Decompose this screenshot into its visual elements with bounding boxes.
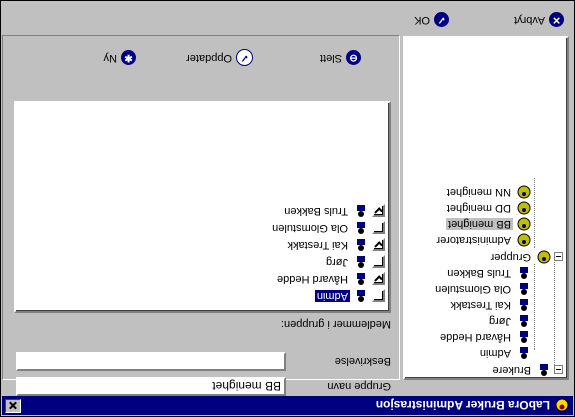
tree-item-group[interactable]: Administratorer	[434, 232, 531, 248]
user-group-tree[interactable]: Brukere Admin Håvard Hedde Jørg Kai Tres…	[403, 36, 569, 380]
user-icon	[520, 283, 528, 295]
tree-item-label: Truls Bakken	[447, 267, 511, 279]
user-icon	[357, 205, 365, 217]
member-checkbox[interactable]	[372, 255, 385, 269]
app-window: LabOra Bruker Administrasjon Brukere Adm…	[0, 0, 575, 417]
app-icon	[555, 399, 569, 412]
user-icon	[520, 331, 528, 343]
member-name: Truls Bakken	[284, 205, 348, 217]
user-icon	[520, 315, 528, 327]
member-checkbox[interactable]	[372, 289, 385, 303]
member-item[interactable]: Jørg	[324, 254, 385, 270]
tree-item-label: Håvard Hedde	[440, 331, 511, 343]
member-item[interactable]: Ola Glomstulen	[270, 220, 385, 236]
new-label: Ny	[103, 52, 117, 64]
user-icon	[357, 256, 365, 268]
tree-item-label: Admin	[479, 347, 511, 359]
tree-item-user[interactable]: Ola Glomstulen	[433, 281, 531, 297]
member-item[interactable]: Admin	[314, 288, 385, 304]
tree-node-users[interactable]: Brukere	[490, 362, 563, 378]
tree-item-group[interactable]: DD menighet	[445, 200, 531, 216]
tree-item-label: Ola Glomstulen	[435, 283, 511, 295]
tree-item-user[interactable]: Jørg	[487, 313, 531, 329]
description-input[interactable]	[18, 354, 284, 369]
member-item[interactable]: Kai Trestakk	[285, 237, 385, 253]
member-name: Håvard Hedde	[277, 273, 348, 285]
cancel-button[interactable]: ✕ Avbryt	[514, 10, 564, 30]
member-item[interactable]: Håvard Hedde	[275, 271, 385, 287]
delete-label: Slett	[319, 52, 342, 64]
update-label: Oppdater	[186, 52, 232, 64]
group-icon	[517, 217, 531, 231]
user-icon	[520, 299, 528, 311]
tree-item-label: Jørg	[489, 315, 511, 327]
member-checkbox[interactable]	[372, 272, 385, 286]
members-label: Medlemmer i gruppen:	[280, 318, 391, 330]
ok-button[interactable]: ✓ OK	[414, 10, 449, 30]
group-name-input[interactable]	[18, 379, 284, 394]
member-checkbox[interactable]	[372, 204, 385, 218]
new-icon: ✱	[121, 50, 136, 66]
tree-item-user[interactable]: Admin	[478, 345, 531, 361]
update-icon: ✓	[236, 49, 253, 67]
tree-item-user[interactable]: Truls Bakken	[445, 265, 531, 281]
tree-connector	[534, 178, 535, 248]
collapse-box[interactable]	[554, 365, 563, 375]
member-name: Jørg	[326, 256, 348, 268]
description-field[interactable]	[16, 352, 286, 371]
ok-label: OK	[414, 14, 430, 26]
user-icon	[520, 267, 528, 279]
member-checkbox[interactable]	[372, 221, 385, 235]
tree-item-group-selected[interactable]: BB menighet	[446, 216, 531, 232]
group-icon	[537, 250, 551, 264]
tree-item-label: DD menighet	[446, 202, 511, 214]
new-button[interactable]: ✱ Ny	[104, 48, 136, 68]
description-label: Beskrivelse	[334, 355, 391, 367]
member-name: Admin	[314, 290, 350, 302]
tree-node-groups[interactable]: Grupper	[489, 249, 563, 265]
user-icon	[357, 290, 365, 302]
cancel-icon: ✕	[549, 12, 564, 28]
group-icon	[517, 185, 531, 199]
user-icon	[540, 364, 548, 376]
group-icon	[517, 233, 531, 247]
tree-item-label: NN menighet	[446, 186, 511, 198]
close-button[interactable]	[5, 399, 21, 413]
user-icon	[357, 222, 365, 234]
member-checkbox[interactable]	[372, 238, 385, 252]
update-button[interactable]: ✓ Oppdater	[186, 48, 253, 68]
group-name-label: Gruppe navn	[327, 380, 391, 392]
tree-item-user[interactable]: Kai Trestakk	[448, 297, 531, 313]
member-name: Ola Glomstulen	[272, 222, 348, 234]
cancel-label: Avbryt	[514, 14, 545, 26]
delete-icon: ⊖	[346, 50, 361, 66]
tree-node-label: Brukere	[492, 364, 531, 376]
ok-icon: ✓	[434, 12, 449, 28]
members-list[interactable]: Admin Håvard Hedde Jørg Kai Trestakk Ola…	[14, 101, 391, 313]
tree-node-label: Grupper	[490, 251, 531, 263]
user-icon	[357, 239, 365, 251]
tree-item-group[interactable]: NN menighet	[445, 184, 531, 200]
tree-item-label: BB menighet	[446, 218, 513, 230]
collapse-box[interactable]	[554, 252, 563, 262]
title-bar[interactable]: LabOra Bruker Administrasjon	[2, 396, 573, 415]
tree-item-label: Administratorer	[436, 234, 511, 246]
group-icon	[517, 201, 531, 215]
tree-connector	[534, 264, 535, 350]
group-name-field[interactable]	[16, 377, 286, 396]
user-icon	[357, 273, 365, 285]
delete-button[interactable]: ⊖ Slett	[320, 48, 361, 68]
member-item[interactable]: Truls Bakken	[282, 203, 385, 219]
tree-item-label: Kai Trestakk	[450, 299, 511, 311]
member-name: Kai Trestakk	[287, 239, 348, 251]
tree-item-user[interactable]: Håvard Hedde	[438, 329, 531, 345]
tree-connector	[554, 252, 555, 370]
user-icon	[520, 347, 528, 359]
window-title: LabOra Bruker Administrasjon	[375, 398, 550, 413]
